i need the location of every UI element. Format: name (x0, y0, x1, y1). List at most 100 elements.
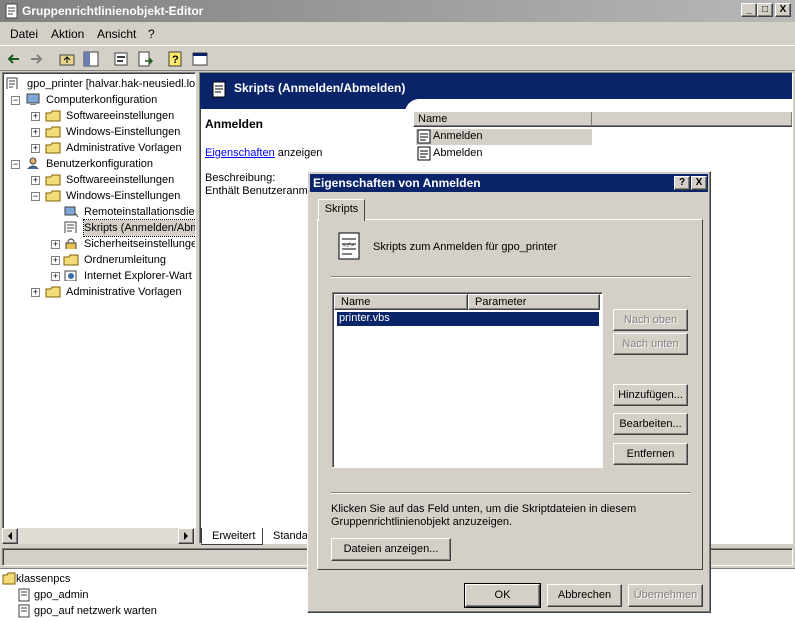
apply-button[interactable]: Übernehmen (628, 584, 703, 607)
expand-toggle[interactable]: + (51, 256, 60, 265)
script-header-icon (212, 81, 226, 98)
svg-text:</>: </> (343, 242, 354, 249)
gpo-icon (18, 604, 30, 618)
expand-toggle[interactable]: + (31, 144, 40, 153)
edit-button[interactable]: Bearbeiten... (613, 413, 688, 435)
computer-icon (26, 93, 40, 105)
script-icon (417, 146, 431, 161)
table-row[interactable]: printer.vbs (336, 311, 600, 327)
cancel-button[interactable]: Abbrechen (547, 584, 622, 607)
window-title: Gruppenrichtlinienobjekt-Editor (22, 4, 204, 18)
tree-label: Administrative Vorlagen (66, 142, 182, 154)
expand-toggle[interactable]: + (31, 128, 40, 137)
toolbar: ? (0, 45, 795, 71)
menu-aktion[interactable]: Aktion (51, 27, 84, 41)
tree-label: Softwareeinstellungen (66, 110, 175, 122)
tree-horizontal-scrollbar[interactable] (2, 528, 196, 544)
expand-toggle[interactable]: + (31, 288, 40, 297)
maximize-button[interactable]: □ (757, 3, 773, 17)
script-list[interactable]: Name Parameter printer.vbs (332, 292, 603, 468)
tree-label: Sicherheitseinstellunge (84, 238, 196, 250)
divider (331, 492, 691, 494)
collapse-toggle[interactable]: − (11, 160, 20, 169)
folder-icon (63, 254, 79, 266)
help-icon[interactable]: ? (166, 49, 186, 69)
col-header-name[interactable]: Name (334, 294, 468, 310)
remove-button[interactable]: Entfernen (613, 443, 688, 465)
gpo-policy-icon (6, 77, 18, 89)
move-down-button[interactable]: Nach unten (613, 333, 688, 355)
show-tree-icon[interactable] (81, 49, 101, 69)
user-icon (27, 157, 39, 169)
scroll-right-button[interactable] (178, 528, 194, 544)
list-item-label: gpo_admin (34, 589, 89, 601)
show-files-button[interactable]: Dateien anzeigen... (331, 538, 451, 561)
folder-icon (45, 110, 61, 122)
list-column-header[interactable]: Name (413, 111, 792, 127)
pane-header-title: Skripts (Anmelden/Abmelden) (234, 81, 406, 95)
tree-label: Administrative Vorlagen (66, 286, 182, 298)
console-icon[interactable] (190, 49, 210, 69)
expand-toggle[interactable]: + (51, 272, 60, 281)
tab-extended[interactable]: Erweitert (201, 528, 263, 545)
properties-link[interactable]: Eigenschaften (205, 147, 275, 159)
open-folder-icon (45, 190, 61, 202)
ok-button[interactable]: OK (464, 583, 541, 608)
script-large-icon: </> (338, 232, 360, 260)
remote-install-icon (64, 206, 79, 217)
tree-view: gpo_printer [halvar.hak-neusiedl.lo − Co… (2, 72, 196, 544)
dialog-help-button[interactable]: ? (674, 176, 690, 190)
script-icon (417, 129, 431, 144)
script-icon (64, 221, 77, 233)
script-name-cell: printer.vbs (339, 312, 390, 324)
folder-icon (45, 286, 61, 298)
folder-icon (45, 126, 61, 138)
dialog-title: Eigenschaften von Anmelden (313, 176, 481, 190)
tree-label: Computerkonfiguration (46, 94, 158, 106)
dialog-title-bar: Eigenschaften von Anmelden ? X (310, 174, 708, 192)
minimize-button[interactable]: _ (741, 3, 757, 17)
move-up-button[interactable]: Nach oben (613, 309, 688, 331)
description-text: Enthält Benutzeranme (205, 185, 314, 197)
properties-dialog: Eigenschaften von Anmelden ? X Skripts <… (307, 171, 711, 613)
menu-datei[interactable]: Datei (10, 27, 38, 41)
expand-toggle[interactable]: + (31, 112, 40, 121)
tab-scripts[interactable]: Skripts (318, 199, 365, 221)
forward-arrow-icon[interactable] (26, 49, 46, 69)
tab-extended-label: Erweitert (212, 530, 256, 542)
expand-toggle[interactable]: + (51, 240, 60, 249)
list-column-name: Name (418, 113, 448, 125)
list-item-label: klassenpcs (16, 573, 71, 585)
tree-label: Windows-Einstellungen (66, 190, 181, 202)
dialog-close-button[interactable]: X (691, 176, 707, 190)
add-button[interactable]: Hinzufügen... (613, 384, 688, 406)
up-folder-icon[interactable] (57, 49, 77, 69)
menu-ansicht[interactable]: Ansicht (97, 27, 136, 41)
svg-text:?: ? (172, 54, 179, 66)
menu-help[interactable]: ? (148, 27, 155, 41)
expand-toggle[interactable]: + (31, 176, 40, 185)
properties-icon[interactable] (111, 49, 131, 69)
scroll-left-button[interactable] (2, 528, 18, 544)
folder-icon (45, 142, 61, 154)
list-item-label: gpo_auf netzwerk warten (34, 605, 157, 617)
tree-label: Ordnerumleitung (84, 254, 166, 266)
col-header-parameter[interactable]: Parameter (468, 294, 600, 310)
tree-label: Remoteinstallationsdier (84, 206, 196, 218)
tree-label: Benutzerkonfiguration (46, 158, 154, 170)
export-list-icon[interactable] (135, 49, 155, 69)
back-arrow-icon[interactable] (4, 49, 24, 69)
arrow-right-icon (184, 532, 188, 540)
close-button[interactable]: X (775, 3, 791, 17)
collapse-toggle[interactable]: − (31, 192, 40, 201)
folder-icon (45, 174, 61, 186)
list-item[interactable]: Abmelden (416, 146, 592, 162)
collapse-toggle[interactable]: − (11, 96, 20, 105)
properties-link-line: Eigenschaften anzeigen (205, 147, 322, 159)
info-text: Klicken Sie auf das Feld unten, um die S… (331, 503, 637, 528)
list-item[interactable]: Anmelden (416, 129, 592, 145)
list-item-label: Abmelden (433, 147, 483, 159)
properties-link-suffix: anzeigen (274, 147, 323, 159)
tree-label: Internet Explorer-Wart (84, 270, 192, 282)
description-label: Beschreibung: (205, 172, 276, 184)
